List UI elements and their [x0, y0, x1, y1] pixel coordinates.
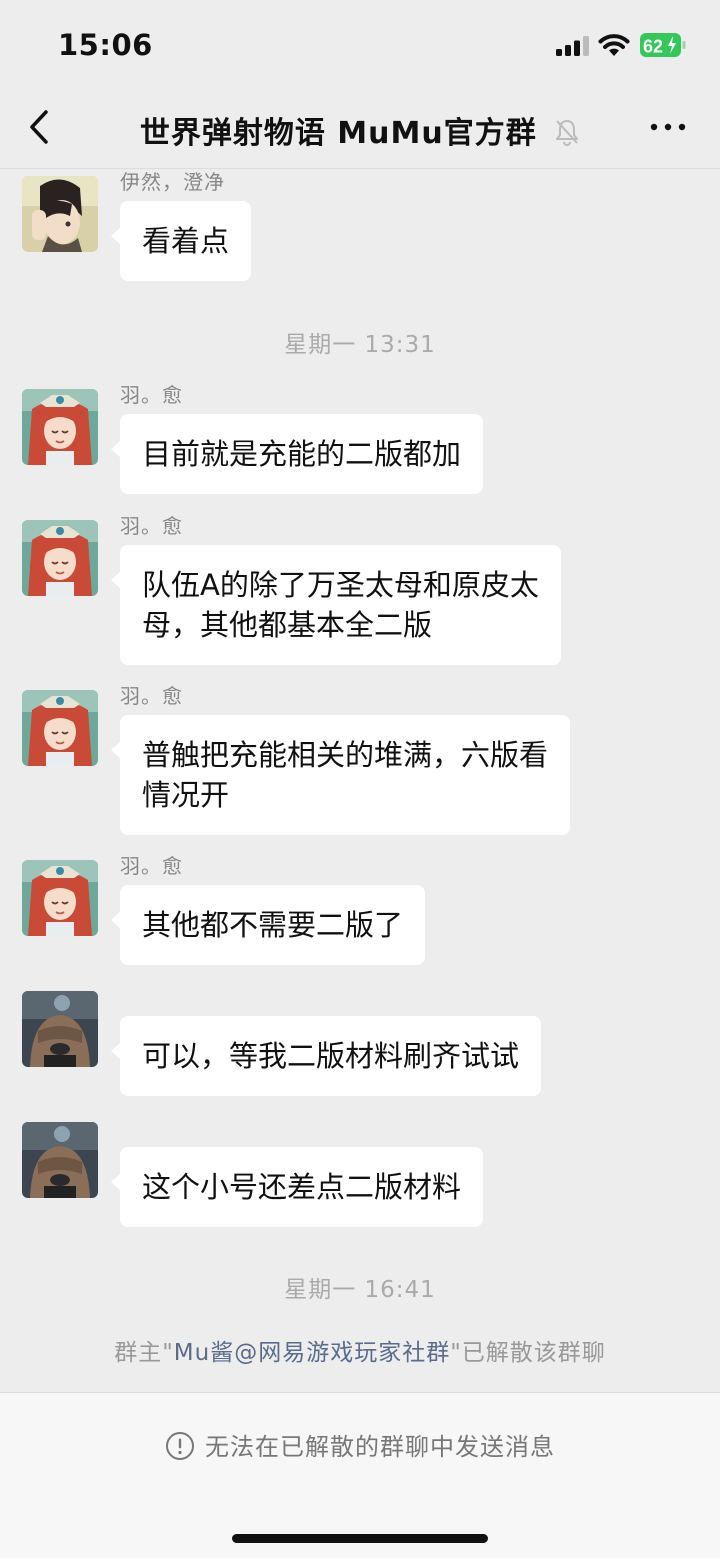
chat-screen: 15:06 62 世界弹射物语 MuMu官方群 伊然，澄净 看着点 星期一 13… [0, 0, 720, 1558]
message-text-line: 情况开 [142, 778, 230, 812]
status-time: 15:06 [58, 28, 153, 62]
message-bubble[interactable]: 看着点 [110, 201, 252, 281]
avatar[interactable] [22, 1122, 98, 1198]
system-message: 群主"Mu酱@网易游戏玩家社群"已解散该群聊 [0, 1333, 720, 1367]
avatar[interactable] [22, 860, 98, 936]
system-text-prefix: 群主" [114, 1340, 174, 1366]
sender-name: 羽。愈 [120, 383, 183, 407]
sender-name: 羽。愈 [120, 854, 183, 878]
message-bubble[interactable]: 队伍A的除了万圣太母和原皮太 母，其他都基本全二版 [111, 545, 561, 665]
status-bar: 15:06 62 [0, 0, 720, 90]
avatar[interactable] [22, 176, 98, 252]
message-text: 其他都不需要二版了 [142, 908, 404, 942]
battery-icon: 62 [640, 33, 686, 57]
message-bubble[interactable]: 其他都不需要二版了 [110, 885, 426, 965]
message-text: 目前就是充能的二版都加 [142, 437, 462, 471]
sender-name: 羽。愈 [120, 514, 183, 538]
home-indicator[interactable] [232, 1534, 488, 1543]
sender-name: 伊然，澄净 [120, 170, 225, 194]
timestamp: 星期一 16:41 [284, 1277, 436, 1303]
message-text: 这个小号还差点二版材料 [142, 1170, 462, 1204]
avatar[interactable] [22, 389, 98, 465]
avatar[interactable] [22, 520, 98, 596]
notice-text: 无法在已解散的群聊中发送消息 [205, 1433, 555, 1461]
bottom-bar: 无法在已解散的群聊中发送消息 [0, 1392, 720, 1558]
group-title-container: 世界弹射物语 MuMu官方群 [0, 108, 720, 152]
message-text: 看着点 [142, 224, 230, 258]
wifi-icon [598, 34, 630, 56]
message-text-line: 母，其他都基本全二版 [142, 608, 433, 642]
system-text-suffix: "已解散该群聊 [450, 1340, 606, 1366]
battery-level: 62 [643, 37, 663, 57]
disabled-input-notice: 无法在已解散的群聊中发送消息 [0, 1427, 720, 1462]
message-text-line: 队伍A的除了万圣太母和原皮太 [142, 568, 539, 602]
timestamp: 星期一 13:31 [284, 332, 436, 358]
message-text: 可以，等我二版材料刷齐试试 [142, 1039, 520, 1073]
group-title[interactable]: 世界弹射物语 MuMu官方群 [140, 116, 537, 151]
message-bubble[interactable]: 可以，等我二版材料刷齐试试 [110, 1016, 542, 1096]
mute-bell-icon [556, 119, 579, 146]
exclamation-circle-icon [166, 1432, 194, 1460]
avatar[interactable] [22, 991, 98, 1067]
message-bubble[interactable]: 这个小号还差点二版材料 [110, 1147, 484, 1227]
group-owner-link[interactable]: Mu酱@网易游戏玩家社群 [174, 1340, 450, 1366]
message-bubble[interactable]: 普触把充能相关的堆满，六版看 情况开 [110, 715, 571, 835]
more-options-button[interactable] [648, 115, 688, 139]
sender-name: 羽。愈 [120, 684, 183, 708]
message-text-line: 普触把充能相关的堆满，六版看 [142, 738, 549, 772]
avatar[interactable] [22, 690, 98, 766]
nav-bar: 世界弹射物语 MuMu官方群 [0, 90, 720, 169]
cellular-signal-icon [556, 36, 589, 56]
message-bubble[interactable]: 目前就是充能的二版都加 [110, 414, 484, 494]
